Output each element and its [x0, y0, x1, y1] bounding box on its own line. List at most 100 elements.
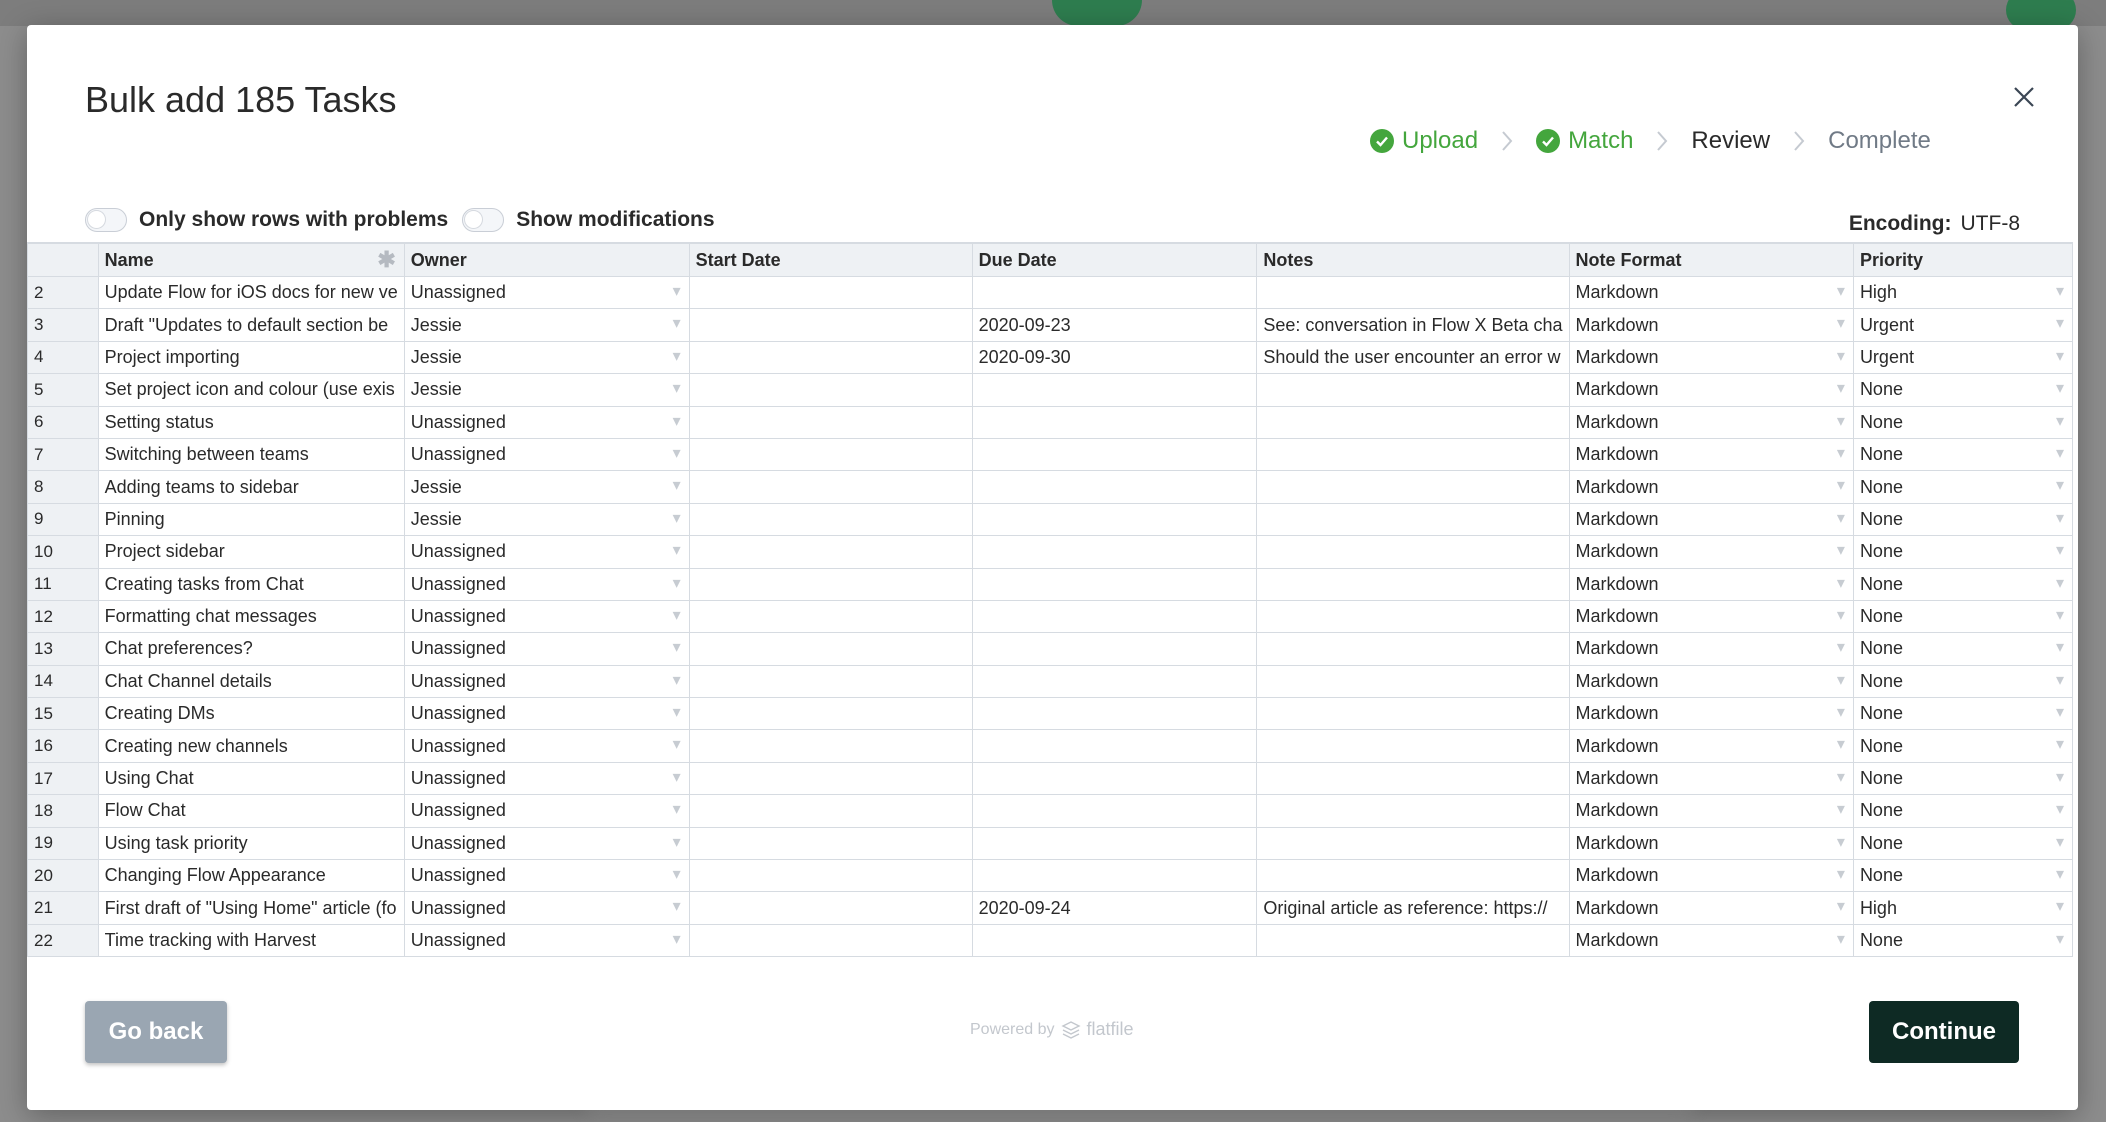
cell-name[interactable]: Adding teams to sidebar — [97, 470, 405, 504]
cell-priority[interactable]: None — [1852, 859, 2073, 893]
column-header-notes[interactable]: Notes — [1256, 243, 1570, 277]
cell-notes[interactable] — [1256, 632, 1570, 666]
cell-name[interactable]: Chat preferences? — [97, 632, 405, 666]
cell-notes[interactable] — [1256, 923, 1570, 958]
cell-name[interactable]: Pinning — [97, 502, 405, 537]
cell-name[interactable]: Creating tasks from Chat — [97, 567, 405, 601]
cell-note-format[interactable]: Markdown — [1568, 761, 1854, 796]
cell-note-format[interactable]: Markdown — [1568, 923, 1854, 958]
cell-due-date[interactable] — [971, 405, 1258, 439]
cell-name[interactable]: Time tracking with Harvest — [97, 923, 405, 958]
cell-start-date[interactable] — [688, 697, 973, 731]
cell-owner[interactable]: Unassigned — [403, 599, 690, 634]
cell-due-date[interactable] — [971, 729, 1258, 763]
cell-start-date[interactable] — [688, 891, 973, 925]
cell-note-format[interactable]: Markdown — [1568, 535, 1854, 569]
cell-name[interactable]: Chat Channel details — [97, 664, 405, 699]
cell-name[interactable]: Using task priority — [97, 826, 405, 861]
go-back-button[interactable]: Go back — [85, 1001, 227, 1063]
column-header-due-date[interactable]: Due Date — [971, 243, 1258, 277]
cell-start-date[interactable] — [688, 859, 973, 893]
cell-note-format[interactable]: Markdown — [1568, 826, 1854, 861]
cell-owner[interactable]: Jessie — [403, 373, 690, 407]
cell-priority[interactable]: Urgent — [1852, 340, 2073, 375]
cell-due-date[interactable] — [971, 923, 1258, 958]
cell-name[interactable]: Switching between teams — [97, 437, 405, 472]
cell-notes[interactable] — [1256, 405, 1570, 439]
cell-owner[interactable]: Unassigned — [403, 761, 690, 796]
cell-owner[interactable]: Unassigned — [403, 729, 690, 763]
cell-priority[interactable]: None — [1852, 923, 2073, 958]
continue-button[interactable]: Continue — [1869, 1001, 2019, 1063]
cell-note-format[interactable]: Markdown — [1568, 599, 1854, 634]
cell-start-date[interactable] — [688, 470, 973, 504]
cell-name[interactable]: Update Flow for iOS docs for new ve — [97, 275, 405, 310]
cell-due-date[interactable] — [971, 826, 1258, 861]
cell-name[interactable]: Setting status — [97, 405, 405, 439]
cell-name[interactable]: Set project icon and colour (use exis — [97, 373, 405, 407]
cell-owner[interactable]: Unassigned — [403, 794, 690, 828]
cell-priority[interactable]: None — [1852, 632, 2073, 666]
cell-owner[interactable]: Unassigned — [403, 923, 690, 958]
cell-due-date[interactable] — [971, 502, 1258, 537]
cell-start-date[interactable] — [688, 826, 973, 861]
cell-priority[interactable]: None — [1852, 826, 2073, 861]
cell-name[interactable]: Project sidebar — [97, 535, 405, 569]
cell-due-date[interactable] — [971, 275, 1258, 310]
cell-start-date[interactable] — [688, 502, 973, 537]
cell-note-format[interactable]: Markdown — [1568, 275, 1854, 310]
cell-priority[interactable]: None — [1852, 729, 2073, 763]
cell-owner[interactable]: Unassigned — [403, 859, 690, 893]
cell-start-date[interactable] — [688, 275, 973, 310]
cell-notes[interactable] — [1256, 275, 1570, 310]
cell-start-date[interactable] — [688, 729, 973, 763]
cell-due-date[interactable] — [971, 567, 1258, 601]
cell-notes[interactable] — [1256, 470, 1570, 504]
cell-note-format[interactable]: Markdown — [1568, 632, 1854, 666]
cell-due-date[interactable] — [971, 632, 1258, 666]
cell-note-format[interactable]: Markdown — [1568, 308, 1854, 342]
cell-start-date[interactable] — [688, 373, 973, 407]
cell-owner[interactable]: Unassigned — [403, 632, 690, 666]
problems-toggle[interactable] — [85, 208, 127, 232]
cell-note-format[interactable]: Markdown — [1568, 373, 1854, 407]
cell-start-date[interactable] — [688, 567, 973, 601]
cell-owner[interactable]: Unassigned — [403, 275, 690, 310]
cell-owner[interactable]: Unassigned — [403, 567, 690, 601]
cell-priority[interactable]: None — [1852, 567, 2073, 601]
cell-priority[interactable]: None — [1852, 664, 2073, 699]
cell-start-date[interactable] — [688, 923, 973, 958]
cell-note-format[interactable]: Markdown — [1568, 664, 1854, 699]
column-header-start-date[interactable]: Start Date — [688, 243, 973, 277]
cell-note-format[interactable]: Markdown — [1568, 340, 1854, 375]
cell-start-date[interactable] — [688, 599, 973, 634]
cell-note-format[interactable]: Markdown — [1568, 405, 1854, 439]
cell-note-format[interactable]: Markdown — [1568, 891, 1854, 925]
cell-notes[interactable]: Should the user encounter an error w — [1256, 340, 1570, 375]
column-header-note-format[interactable]: Note Format — [1568, 243, 1854, 277]
cell-due-date[interactable] — [971, 859, 1258, 893]
cell-notes[interactable] — [1256, 664, 1570, 699]
cell-note-format[interactable]: Markdown — [1568, 697, 1854, 731]
cell-start-date[interactable] — [688, 761, 973, 796]
cell-notes[interactable]: Original article as reference: https:// — [1256, 891, 1570, 925]
cell-due-date[interactable] — [971, 437, 1258, 472]
cell-name[interactable]: Creating DMs — [97, 697, 405, 731]
cell-priority[interactable]: High — [1852, 891, 2073, 925]
cell-owner[interactable]: Unassigned — [403, 826, 690, 861]
cell-name[interactable]: Using Chat — [97, 761, 405, 796]
cell-owner[interactable]: Unassigned — [403, 697, 690, 731]
cell-name[interactable]: Changing Flow Appearance — [97, 859, 405, 893]
cell-due-date[interactable] — [971, 794, 1258, 828]
cell-owner[interactable]: Jessie — [403, 502, 690, 537]
cell-priority[interactable]: Urgent — [1852, 308, 2073, 342]
cell-notes[interactable] — [1256, 729, 1570, 763]
cell-owner[interactable]: Jessie — [403, 308, 690, 342]
cell-notes[interactable] — [1256, 826, 1570, 861]
cell-priority[interactable]: None — [1852, 405, 2073, 439]
cell-start-date[interactable] — [688, 794, 973, 828]
cell-due-date[interactable] — [971, 599, 1258, 634]
cell-note-format[interactable]: Markdown — [1568, 470, 1854, 504]
cell-notes[interactable] — [1256, 859, 1570, 893]
cell-note-format[interactable]: Markdown — [1568, 794, 1854, 828]
